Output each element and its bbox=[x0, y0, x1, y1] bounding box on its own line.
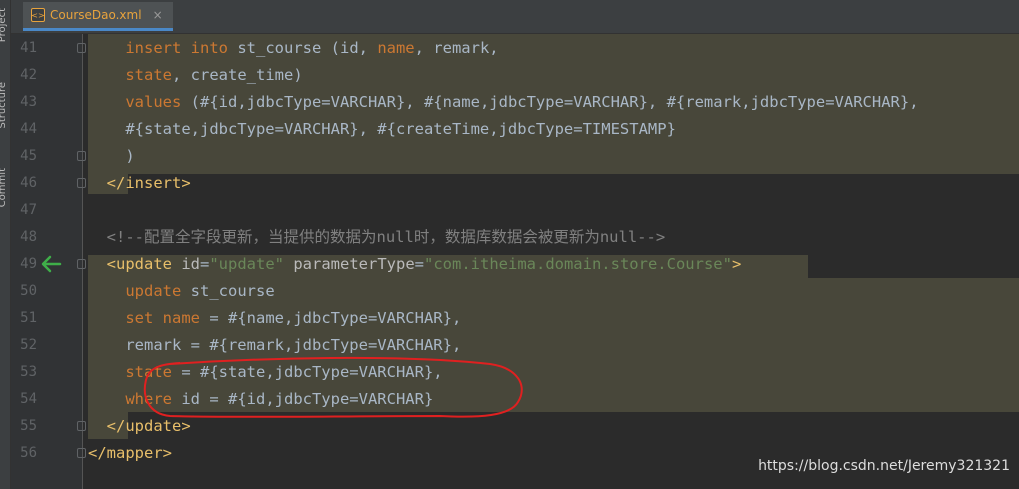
line-number: 42 bbox=[20, 67, 37, 83]
code-token: "update" bbox=[209, 255, 284, 273]
code-token: update bbox=[125, 282, 182, 300]
fold-marker-icon[interactable] bbox=[77, 178, 86, 188]
code-token: ) bbox=[125, 147, 135, 165]
xml-file-icon: <> bbox=[31, 8, 45, 22]
code-token: "com.itheima.domain.store.Course" bbox=[424, 255, 732, 273]
line-number: 53 bbox=[20, 364, 37, 380]
code-token: name bbox=[162, 309, 200, 327]
code-token: parameterType bbox=[284, 255, 415, 273]
code-line: 42 state, create_time) bbox=[0, 62, 1019, 89]
code-line: 43 values (#{id,jdbcType=VARCHAR}, #{nam… bbox=[0, 89, 1019, 116]
code-line: 46 </insert> bbox=[0, 170, 1019, 197]
line-number: 56 bbox=[20, 445, 37, 461]
line-number: 45 bbox=[20, 148, 37, 164]
code-line: 51 set name = #{name,jdbcType=VARCHAR}, bbox=[0, 305, 1019, 332]
fold-marker-icon[interactable] bbox=[77, 259, 86, 269]
tab-label: CourseDao.xml bbox=[50, 8, 142, 22]
line-number: 47 bbox=[20, 202, 37, 218]
code-token: (#{id,jdbcType=VARCHAR}, #{name,jdbcType… bbox=[181, 93, 919, 111]
code-token: <!--配置全字段更新，当提供的数据为null时，数据库数据会被更新为null-… bbox=[106, 228, 666, 246]
line-number: 46 bbox=[20, 175, 37, 191]
code-line: 48 <!--配置全字段更新，当提供的数据为null时，数据库数据会被更新为nu… bbox=[0, 224, 1019, 251]
code-token: </mapper> bbox=[88, 444, 172, 462]
code-token: = #{name,jdbcType=VARCHAR}, bbox=[200, 309, 462, 327]
code-token: <update bbox=[106, 255, 182, 273]
line-number: 43 bbox=[20, 94, 37, 110]
code-line: 49 <update id="update" parameterType="co… bbox=[0, 251, 1019, 278]
code-token: st_course (id, bbox=[228, 39, 378, 57]
line-number: 51 bbox=[20, 310, 37, 326]
code-token: = bbox=[200, 255, 210, 273]
code-token: , create_time) bbox=[172, 66, 303, 84]
code-token: state bbox=[125, 66, 172, 84]
line-number: 54 bbox=[20, 391, 37, 407]
line-number: 41 bbox=[20, 40, 37, 56]
fold-marker-icon[interactable] bbox=[77, 43, 86, 53]
code-line: 50 update st_course bbox=[0, 278, 1019, 305]
code-token: insert bbox=[125, 39, 182, 57]
line-number: 55 bbox=[20, 418, 37, 434]
line-number: 50 bbox=[20, 283, 37, 299]
red-annotation-circle bbox=[143, 356, 523, 418]
line-number: 52 bbox=[20, 337, 37, 353]
code-token: id bbox=[181, 255, 200, 273]
code-token: remark = #{remark,jdbcType=VARCHAR}, bbox=[125, 336, 462, 354]
fold-marker-icon[interactable] bbox=[77, 421, 86, 431]
code-line: 45 ) bbox=[0, 143, 1019, 170]
code-line: 44 #{state,jdbcType=VARCHAR}, #{createTi… bbox=[0, 116, 1019, 143]
code-line: 52 remark = #{remark,jdbcType=VARCHAR}, bbox=[0, 332, 1019, 359]
tab-coursedao-xml[interactable]: <> CourseDao.xml × bbox=[23, 2, 173, 31]
code-line: 47 bbox=[0, 197, 1019, 224]
fold-marker-icon[interactable] bbox=[77, 448, 86, 458]
close-icon[interactable]: × bbox=[153, 8, 163, 22]
code-token: #{state,jdbcType=VARCHAR}, #{createTime,… bbox=[125, 120, 676, 138]
editor-tab-bar: <> CourseDao.xml × bbox=[11, 0, 1019, 34]
code-token: st_course bbox=[181, 282, 275, 300]
code-token: </insert> bbox=[106, 174, 191, 192]
implementation-arrow-icon[interactable] bbox=[40, 254, 62, 274]
line-number: 49 bbox=[20, 256, 37, 272]
code-token: , remark, bbox=[414, 39, 499, 57]
line-number: 48 bbox=[20, 229, 37, 245]
watermark-text: https://blog.csdn.net/Jeremy321321 bbox=[758, 458, 1010, 474]
fold-marker-icon[interactable] bbox=[77, 151, 86, 161]
code-token: set bbox=[125, 309, 154, 327]
code-token: = bbox=[414, 255, 424, 273]
code-token: > bbox=[731, 255, 742, 273]
code-token: name bbox=[377, 39, 415, 57]
code-token: into bbox=[190, 39, 228, 57]
code-line: 41 insert into st_course (id, name, rema… bbox=[0, 35, 1019, 62]
line-number: 44 bbox=[20, 121, 37, 137]
code-token: values bbox=[125, 93, 182, 111]
